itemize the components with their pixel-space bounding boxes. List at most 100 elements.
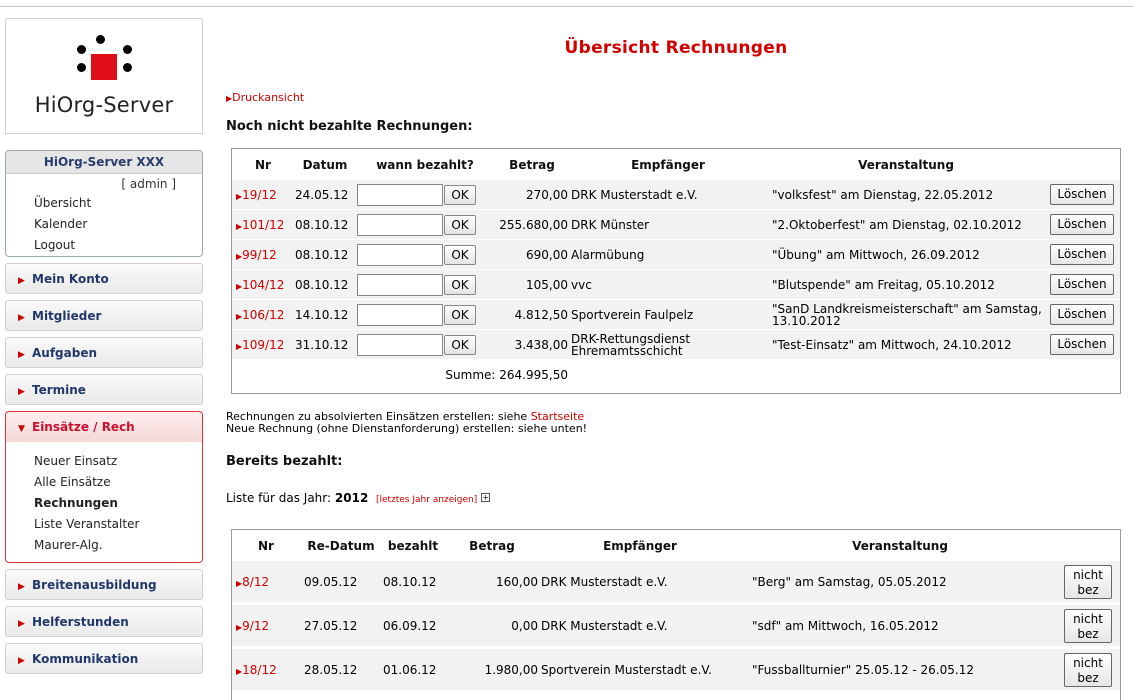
caret-right-icon: ▶ [18,387,25,397]
logo[interactable]: HiOrg-Server [5,18,203,134]
nav-mein-konto[interactable]: ▶ Mein Konto [5,263,203,294]
invoice-nr-link[interactable]: ▶18/12 [232,649,300,693]
col-veranstaltung: Veranstaltung [852,539,948,553]
expand-plus-icon[interactable]: + [481,493,491,502]
last-year-link[interactable]: [letztes Jahr anzeigen] [376,495,477,505]
col-empfaenger: Empfänger [631,158,705,172]
paid-date-cell: OK [356,300,494,330]
amount: 105,00 [494,270,570,300]
paid-date-cell: OK [356,330,494,360]
event: "volksfest" am Dienstag, 22.05.2012 [766,180,1046,210]
recipient: Alarmübung [570,240,766,270]
event: "SanD Landkreismeisterschaft" am Samstag… [766,300,1046,330]
amount: 4.812,50 [494,300,570,330]
paid-date-input[interactable] [357,243,443,266]
delete-button[interactable]: Löschen [1050,244,1114,265]
nav-label: Mitglieder [32,309,102,323]
logo-dot-icon [77,63,86,72]
delete-cell: Löschen [1046,180,1120,210]
nav-einsaetze[interactable]: ▼ Einsätze / Rech [5,411,203,442]
ok-button[interactable]: OK [444,304,476,325]
col-betrag: Betrag [469,539,515,553]
table-row: ▶9/12 27.05.12 06.09.12 0,00 DRK Musters… [232,605,1120,649]
ok-button[interactable]: OK [444,274,476,295]
submenu-neuer-einsatz[interactable]: Neuer Einsatz [6,451,202,472]
ok-button[interactable]: OK [444,184,476,205]
unpaid-header-row: Nr Datum wann bezahlt? Betrag Empfänger … [232,150,1120,180]
invoice-nr-link[interactable]: ▶106/12 [232,300,294,330]
year-line: Liste für das Jahr: 2012 [letztes Jahr a… [226,491,491,505]
invoice-nr-link[interactable]: ▶99/12 [232,240,294,270]
nav-helferstunden[interactable]: ▶ Helferstunden [5,606,203,637]
paid-date-input[interactable] [357,183,443,206]
event: "Berg" am Samstag, 05.05.2012 [740,561,1060,605]
invoice-date: 08.10.12 [294,240,356,270]
amount: 0,00 [444,605,540,649]
ok-button[interactable]: OK [444,334,476,355]
submenu-rechnungen[interactable]: Rechnungen [6,493,202,514]
logo-text: HiOrg-Server [34,93,174,117]
recipient: DRK Münster [570,210,766,240]
not-paid-label-2: bez [1077,626,1099,641]
delete-cell: Löschen [1046,240,1120,270]
caret-right-icon: ▶ [18,350,25,360]
invoice-nr-link[interactable]: ▶8/12 [232,561,300,605]
link-uebersicht[interactable]: Übersicht [6,193,202,214]
paid-date: 01.06.12 [382,649,444,693]
link-kalender[interactable]: Kalender [6,214,202,235]
nav-mitglieder[interactable]: ▶ Mitglieder [5,300,203,331]
nav-label: Termine [32,383,86,397]
main-nav: ▶ Mein Konto ▶ Mitglieder ▶ Aufgaben ▶ Termi… [5,263,203,674]
paid-date-input[interactable] [357,303,443,326]
logo-dot-icon [77,45,86,54]
invoice-date: 14.10.12 [294,300,356,330]
paid-date-input[interactable] [357,333,443,356]
druckansicht-link[interactable]: ▶Druckansicht [226,91,304,104]
ok-button[interactable]: OK [444,214,476,235]
delete-button[interactable]: Löschen [1050,274,1114,295]
nav-breitenausbildung[interactable]: ▶ Breitenausbildung [5,569,203,600]
submenu-liste-veranstalter[interactable]: Liste Veranstalter [6,514,202,535]
invoice-nr-link[interactable]: ▶9/12 [232,605,300,649]
invoice-nr: 8/12 [242,574,270,589]
ok-button[interactable]: OK [444,244,476,265]
delete-button[interactable]: Löschen [1050,304,1114,325]
table-row: ▶104/12 08.10.12 OK 105,00 vvc "Blutspen… [232,270,1120,300]
nav-kommunikation[interactable]: ▶ Kommunikation [5,643,203,674]
logo-square-icon [91,54,117,80]
caret-right-icon: ▶ [18,276,25,286]
nav-label: Einsätze / Rech [32,420,135,434]
paid-date-input[interactable] [357,273,443,296]
submenu-alle-einsaetze[interactable]: Alle Einsätze [6,472,202,493]
invoice-nr: 109/12 [242,337,285,352]
year-value: 2012 [334,491,369,505]
not-paid-label-1: nicht [1073,655,1103,670]
nav-label: Helferstunden [32,615,129,629]
invoice-nr: 101/12 [242,217,285,232]
delete-button[interactable]: Löschen [1050,334,1114,355]
recipient: DRK Musterstadt e.V. [540,605,740,649]
not-paid-button[interactable]: nicht bez [1064,608,1112,643]
delete-button[interactable]: Löschen [1050,184,1114,205]
recipient: vvc [570,270,766,300]
invoice-nr-link[interactable]: ▶19/12 [232,180,294,210]
nav-termine[interactable]: ▶ Termine [5,374,203,405]
not-paid-cell: nicht bez [1060,605,1120,649]
paid-date-input[interactable] [357,213,443,236]
nav-aufgaben[interactable]: ▶ Aufgaben [5,337,203,368]
invoice-nr: 99/12 [242,247,277,262]
link-logout[interactable]: Logout [6,235,202,256]
invoice-nr-link[interactable]: ▶104/12 [232,270,294,300]
invoice-nr: 9/12 [242,618,270,633]
paid-header-row: Nr Re-Datum bezahlt Betrag Empfänger Ver… [232,531,1120,561]
invoice-nr-link[interactable]: ▶109/12 [232,330,294,360]
not-paid-button[interactable]: nicht bez [1064,564,1112,599]
invoice-nr-link[interactable]: ▶101/12 [232,210,294,240]
nav-label: Aufgaben [32,346,98,360]
sidebar: HiOrg-Server HiOrg-Server XXX [ admin ] … [5,18,203,680]
delete-button[interactable]: Löschen [1050,214,1114,235]
submenu-maurer-alg[interactable]: Maurer-Alg. [6,535,202,556]
not-paid-cell: nicht bez [1060,649,1120,693]
nav-label: Kommunikation [32,652,139,666]
not-paid-button[interactable]: nicht bez [1064,652,1112,687]
